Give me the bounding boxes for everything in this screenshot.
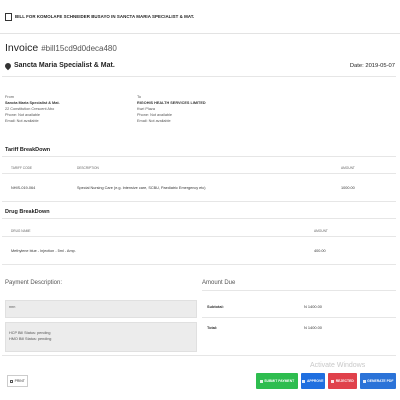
divider [2, 156, 396, 157]
organization-name: Sancta Maria Specialist & Mat. [14, 62, 115, 69]
divider [202, 317, 396, 318]
subtotal-label: Subtotal: [207, 304, 224, 309]
from-email: Email: Not available [5, 119, 39, 123]
total-label: Total: [207, 325, 218, 330]
amount-due-title: Amount Due [202, 280, 236, 286]
reject-label: REJECTED [335, 379, 354, 383]
download-icon [362, 379, 366, 383]
print-button[interactable]: PRINT [7, 375, 28, 387]
print-icon [10, 379, 14, 383]
location-icon [3, 61, 13, 70]
invoice-date: Date: 2019-05-07 [349, 63, 395, 69]
drug-col-name: DRUG NAME [11, 229, 31, 233]
document-icon [5, 12, 12, 21]
total-value: N 1400.00 [304, 325, 322, 330]
tariff-cell-amount: 1000.00 [341, 186, 355, 190]
window-title-bar: BILL FOR KOMOLAFE SCHNEIDER BUSAYO IN SA… [0, 0, 400, 34]
reject-icon [331, 379, 335, 383]
window-title: BILL FOR KOMOLAFE SCHNEIDER BUSAYO IN SA… [15, 14, 195, 19]
print-label: PRINT [14, 379, 25, 383]
invoice-label: Invoice [5, 42, 39, 54]
approve-icon [302, 379, 306, 383]
check-icon [259, 379, 263, 383]
tariff-cell-description: Special Nursing Care (e.g. Intensive car… [77, 186, 206, 190]
approve-label: APPROVE [306, 379, 324, 383]
tariff-cell-code: NHIS-019-064 [11, 186, 36, 190]
divider [2, 76, 396, 77]
payment-description-title: Payment Description: [5, 280, 63, 286]
from-block: From Sancta Maria Specialist & Mat. 22 C… [5, 94, 60, 124]
payment-description-field: nnn [5, 300, 197, 318]
bill-status-box: HCP Bill Status: pending HMO Bill Status… [5, 322, 197, 352]
invoice-card: Invoice #bill15cd9d0deca480 Sancta Maria… [2, 34, 396, 400]
divider [202, 290, 396, 291]
divider [2, 236, 396, 237]
tariff-title: Tariff BreakDown [5, 147, 51, 153]
subtotal-value: N 1400.00 [304, 304, 322, 309]
invoice-heading: Invoice #bill15cd9d0deca480 [5, 42, 117, 54]
divider [2, 264, 396, 265]
drug-col-amount: AMOUNT [314, 229, 328, 233]
generate-label: GENERATE PDF [367, 379, 394, 383]
reject-button[interactable]: REJECTED [328, 373, 357, 389]
submit-payment-button[interactable]: SUBMIT PAYMENT [256, 373, 298, 389]
divider [2, 355, 396, 356]
to-email: Email: Not available [137, 119, 171, 123]
approve-button[interactable]: APPROVE [301, 373, 325, 389]
generate-pdf-button[interactable]: GENERATE PDF [360, 373, 396, 389]
drug-title: Drug BreakDown [5, 209, 50, 215]
divider [2, 173, 396, 174]
divider [2, 218, 396, 219]
tariff-col-description: DESCRIPTION [77, 166, 99, 170]
invoice-code: #bill15cd9d0deca480 [41, 44, 117, 53]
divider [2, 201, 396, 202]
hmo-bill-status: HMO Bill Status: pending [9, 337, 52, 341]
tariff-col-amount: AMOUNT [341, 166, 355, 170]
drug-cell-name: Methylene blue - Injection - 5ml - Amp. [11, 249, 76, 253]
organization-row: Sancta Maria Specialist & Mat. [3, 61, 115, 70]
drug-cell-amount: 400.00 [314, 249, 326, 253]
submit-label: SUBMIT PAYMENT [264, 379, 295, 383]
activate-windows-watermark: Activate Windows [310, 362, 366, 369]
to-block: To RIGOHIS HEALTH SERVICES LIMITED Kwri … [137, 94, 206, 124]
tariff-col-code: TARIFF CODE [11, 166, 33, 170]
